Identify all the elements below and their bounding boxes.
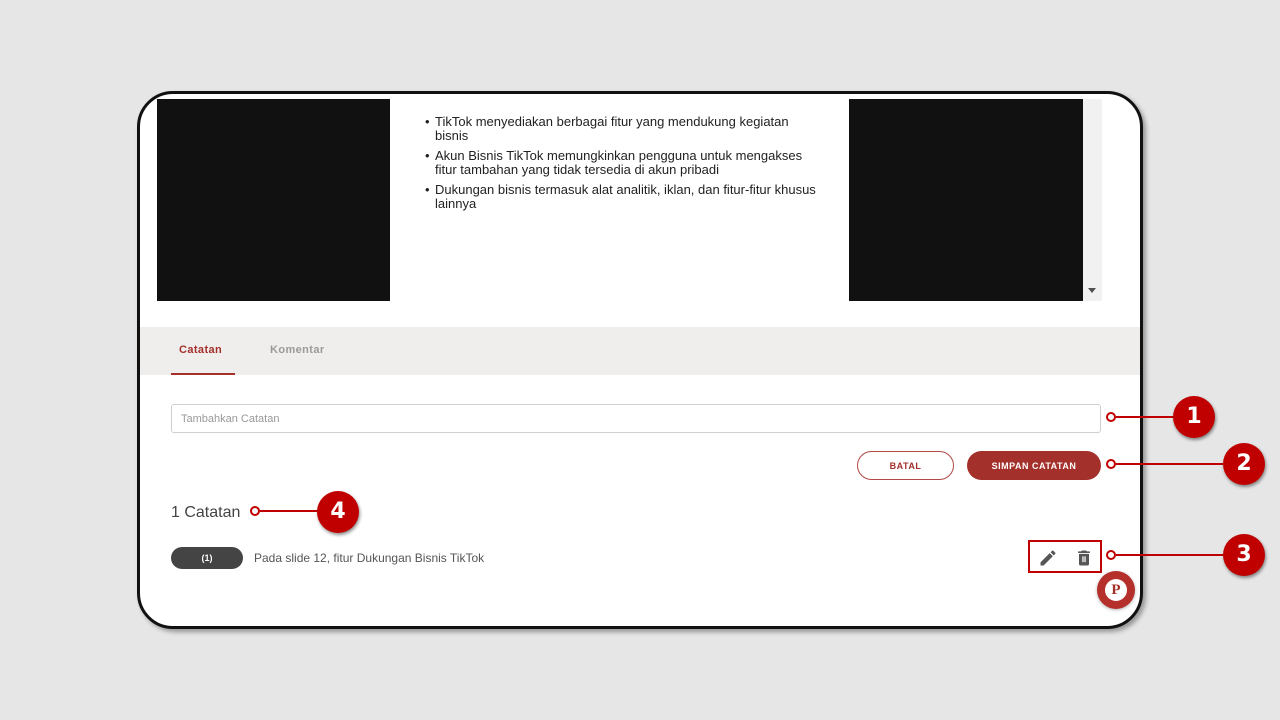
notes-count: 1 Catatan — [171, 504, 241, 521]
callout-1-line — [1116, 416, 1176, 418]
callout-4-dot — [250, 506, 260, 516]
slide-right-panel — [849, 99, 1083, 301]
slide-scrollbar[interactable] — [1083, 99, 1102, 301]
active-tab-indicator — [171, 373, 235, 375]
slide-number-badge[interactable]: (1) — [171, 547, 243, 569]
callout-1-dot — [1106, 412, 1116, 422]
app-window: TikTok menyediakan berbagai fitur yang m… — [137, 91, 1143, 629]
callout-1-badge: 1 — [1173, 396, 1215, 438]
tab-catatan[interactable]: Catatan — [179, 344, 222, 356]
help-fab-button[interactable]: P — [1097, 571, 1135, 609]
trash-icon[interactable] — [1074, 548, 1094, 568]
fab-logo-icon: P — [1105, 579, 1127, 601]
slide-preview: TikTok menyediakan berbagai fitur yang m… — [157, 99, 1102, 301]
callout-4-badge: 4 — [317, 491, 359, 533]
note-actions-highlight — [1028, 540, 1102, 573]
slide-left-panel — [157, 99, 390, 301]
tab-bar: Catatan Komentar — [140, 327, 1140, 375]
note-list-item: (1) Pada slide 12, fitur Dukungan Bisnis… — [171, 547, 1106, 569]
slide-bullet: TikTok menyediakan berbagai fitur yang m… — [425, 115, 825, 143]
callout-4-line — [260, 510, 320, 512]
tab-komentar[interactable]: Komentar — [270, 344, 325, 356]
slide-bullet: Akun Bisnis TikTok memungkinkan pengguna… — [425, 149, 825, 177]
callout-3-dot — [1106, 550, 1116, 560]
slide-bullet: Dukungan bisnis termasuk alat analitik, … — [425, 183, 825, 211]
callout-2-dot — [1106, 459, 1116, 469]
scroll-down-arrow-icon[interactable] — [1088, 288, 1096, 293]
callout-2-badge: 2 — [1223, 443, 1265, 485]
cancel-button[interactable]: BATAL — [857, 451, 954, 480]
callout-2-line — [1116, 463, 1226, 465]
pencil-icon[interactable] — [1038, 548, 1058, 568]
note-text: Pada slide 12, fitur Dukungan Bisnis Tik… — [254, 551, 485, 565]
callout-3-badge: 3 — [1223, 534, 1265, 576]
callout-3-line — [1116, 554, 1226, 556]
add-note-input[interactable] — [171, 404, 1101, 433]
slide-bullet-list: TikTok menyediakan berbagai fitur yang m… — [425, 115, 825, 217]
save-note-button[interactable]: SIMPAN CATATAN — [967, 451, 1101, 480]
